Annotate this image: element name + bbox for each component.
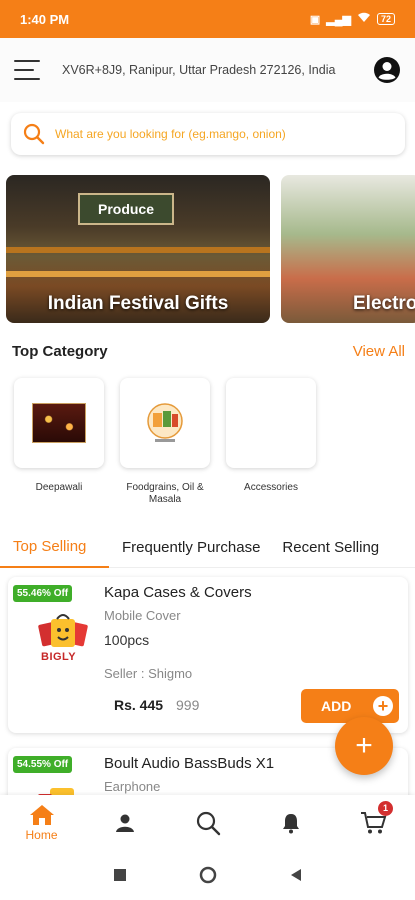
- add-button[interactable]: ADD +: [301, 689, 399, 723]
- product-card[interactable]: 55.46% Off BIGLY Kapa Cases & Covers Mob…: [8, 577, 408, 733]
- category-image: [32, 403, 86, 443]
- category-label: Foodgrains, Oil & Masala: [126, 482, 204, 505]
- menu-icon[interactable]: [14, 60, 40, 80]
- category-foodgrains[interactable]: Foodgrains, Oil & Masala: [120, 378, 210, 506]
- category-list: Deepawali Foodgrains, Oil & Masala Acces…: [14, 378, 316, 506]
- signal-icon: ▂▄▆: [326, 13, 351, 26]
- section-title: Top Category: [12, 343, 108, 360]
- search-input[interactable]: What are you looking for (eg.mango, onio…: [55, 127, 286, 141]
- banner-title: Electro: [353, 293, 415, 314]
- bottom-nav: Home 1: [0, 795, 415, 850]
- discount-badge: 55.46% Off: [13, 585, 73, 602]
- add-button-label: ADD: [321, 698, 352, 714]
- banner-shelf: [6, 271, 270, 277]
- discount-badge: 54.55% Off: [13, 756, 73, 773]
- banner-shelf: [6, 247, 270, 253]
- category-label: Accessories: [244, 482, 298, 493]
- product-quantity: 100pcs: [104, 632, 150, 648]
- status-icons: ▣ ▂▄▆ 72: [310, 12, 395, 26]
- app-header: XV6R+8J9, Ranipur, Uttar Pradesh 272126,…: [0, 38, 415, 102]
- nav-profile[interactable]: [83, 795, 166, 850]
- banner-indian-festival-gifts[interactable]: Produce Indian Festival Gifts: [6, 175, 270, 323]
- status-bar: 1:40 PM ▣ ▂▄▆ 72: [0, 0, 415, 38]
- banner-electronics[interactable]: Electro: [281, 175, 415, 323]
- nav-notifications[interactable]: [249, 795, 332, 850]
- account-icon[interactable]: [373, 56, 401, 84]
- location-address[interactable]: XV6R+8J9, Ranipur, Uttar Pradesh 272126,…: [62, 63, 373, 77]
- product-price: Rs. 445: [114, 697, 164, 713]
- cart-count-badge: 1: [378, 801, 393, 816]
- tab-frequently-purchase[interactable]: Frequently Purchase: [110, 539, 260, 556]
- tab-top-selling[interactable]: Top Selling: [0, 528, 109, 568]
- category-card[interactable]: [226, 378, 316, 468]
- category-accessories[interactable]: Accessories: [226, 378, 316, 506]
- product-category: Earphone: [104, 779, 161, 794]
- plus-icon: +: [373, 696, 393, 716]
- brand-logo-text: BIGLY: [41, 651, 77, 663]
- product-seller: Seller : Shigmo: [104, 666, 193, 681]
- category-image: [147, 403, 183, 442]
- product-name: Kapa Cases & Covers: [104, 584, 252, 601]
- product-mrp: 999: [176, 697, 200, 713]
- top-category-header: Top Category View All: [12, 343, 405, 360]
- nfc-icon: ▣: [309, 13, 321, 26]
- category-deepawali[interactable]: Deepawali: [14, 378, 104, 506]
- system-nav-bar: [0, 850, 415, 900]
- category-card[interactable]: [14, 378, 104, 468]
- person-icon: [115, 814, 134, 832]
- nav-home[interactable]: Home: [0, 795, 83, 850]
- battery-icon: 72: [376, 13, 395, 25]
- banner-title: Indian Festival Gifts: [47, 293, 229, 314]
- search-bar[interactable]: What are you looking for (eg.mango, onio…: [11, 113, 405, 155]
- wifi-icon: [357, 12, 371, 26]
- home-icon: [29, 804, 54, 825]
- status-time: 1:40 PM: [20, 11, 70, 27]
- product-category: Mobile Cover: [104, 608, 181, 623]
- home-circle-icon[interactable]: [199, 866, 217, 884]
- nav-search[interactable]: [166, 795, 249, 850]
- banner-produce-sign: Produce: [78, 193, 174, 225]
- floating-add-button[interactable]: +: [335, 717, 393, 775]
- nav-cart[interactable]: 1: [332, 795, 415, 850]
- view-all-link[interactable]: View All: [353, 343, 405, 360]
- recent-apps-icon[interactable]: [113, 868, 127, 882]
- search-icon: [196, 811, 220, 835]
- product-name: Boult Audio BassBuds X1: [104, 755, 275, 772]
- nav-home-label: Home: [25, 827, 58, 842]
- search-icon: [23, 123, 45, 145]
- bell-icon: [282, 813, 299, 833]
- product-tabs: Top Selling Frequently Purchase Recent S…: [0, 528, 415, 568]
- category-card[interactable]: [120, 378, 210, 468]
- back-icon[interactable]: [289, 868, 303, 882]
- category-label: Deepawali: [35, 482, 83, 493]
- tab-recent-selling[interactable]: Recent Selling: [270, 539, 379, 556]
